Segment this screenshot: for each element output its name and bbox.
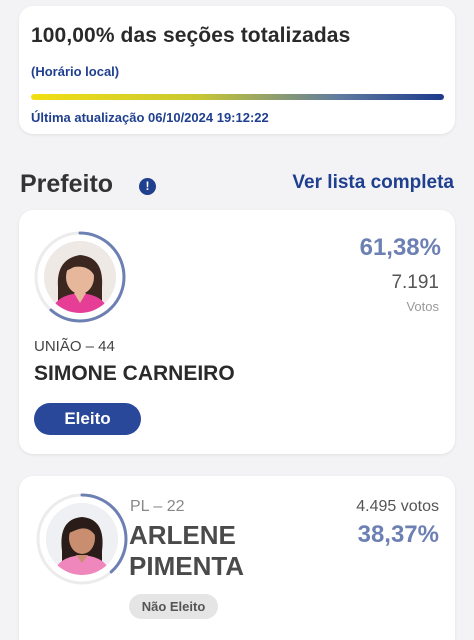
candidate-photo <box>46 503 118 575</box>
candidate-name-line-2: PIMENTA <box>129 551 245 581</box>
local-time-label: (Horário local) <box>31 64 120 79</box>
totalization-title: 100,00% das seções totalizadas <box>31 24 351 47</box>
candidate-votes: 7.191 <box>391 272 439 293</box>
candidate-votes: 4.495 votos <box>356 498 439 515</box>
section-title: Prefeito <box>20 170 114 198</box>
totalization-progress-bar <box>31 94 444 100</box>
votes-label: Votos <box>406 299 439 314</box>
totalization-progress-fill <box>31 94 444 100</box>
elected-badge: Eleito <box>34 403 141 435</box>
candidate-photo <box>44 241 116 313</box>
candidate-avatar <box>35 492 129 586</box>
candidate-card[interactable]: PL – 22 ARLENE PIMENTA 4.495 votos 38,37… <box>19 476 455 640</box>
candidate-name: ARLENE PIMENTA <box>129 520 309 582</box>
see-full-list-link[interactable]: Ver lista completa <box>292 172 454 194</box>
candidate-percent: 38,37% <box>357 521 439 548</box>
candidate-card[interactable]: 61,38% 7.191 Votos UNIÃO – 44 SIMONE CAR… <box>19 210 455 454</box>
last-update-text: Última atualização 06/10/2024 19:12:22 <box>31 110 269 125</box>
not-elected-badge: Não Eleito <box>129 594 218 619</box>
candidate-party: UNIÃO – 44 <box>34 338 115 355</box>
info-icon[interactable]: ! <box>139 178 156 195</box>
totalization-status-card: 100,00% das seções totalizadas (Horário … <box>19 6 455 134</box>
candidate-percent: 61,38% <box>359 234 441 261</box>
candidate-name-line-1: ARLENE <box>129 520 236 550</box>
candidate-avatar <box>33 230 127 324</box>
candidate-party: PL – 22 <box>130 498 185 515</box>
candidate-name: SIMONE CARNEIRO <box>34 362 235 385</box>
